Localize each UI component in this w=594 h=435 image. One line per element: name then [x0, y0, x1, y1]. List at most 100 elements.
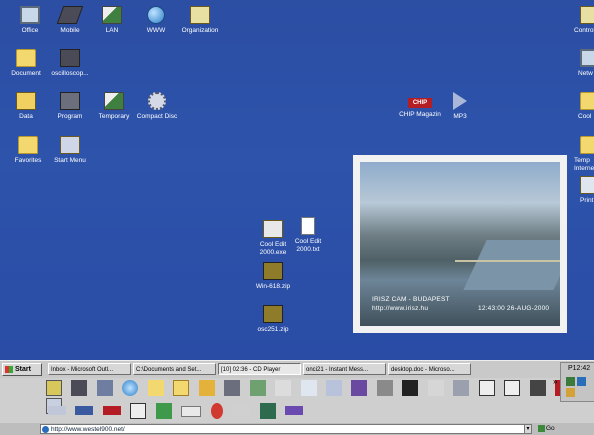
cool-icon [580, 92, 594, 110]
bridge-shape [455, 260, 560, 262]
icon-label: oscilloscop... [51, 70, 89, 77]
badge-icon[interactable] [232, 406, 251, 415]
cow-icon[interactable] [504, 380, 521, 396]
cd-icon [148, 92, 166, 110]
eye-icon[interactable] [529, 380, 546, 396]
windows-logo-icon [5, 366, 13, 373]
start-menu-icon [60, 136, 80, 154]
desktop-icon-start-menu[interactable]: Start Menu [40, 136, 100, 165]
desktop-icon-osc251-zip[interactable]: osc251.zip [243, 305, 303, 334]
zip-icon [263, 305, 283, 323]
address-url: http://www.westel900.net/ [51, 426, 125, 433]
desktop-icon-mp3[interactable]: MP3 [430, 92, 490, 121]
desktop-icon-organization[interactable]: Organization [170, 6, 230, 35]
tray-icon[interactable] [577, 377, 586, 386]
temp-internet-icon [580, 136, 594, 154]
triangle-icon[interactable] [155, 403, 172, 419]
tray-icon[interactable] [566, 388, 575, 397]
laptop-icon [56, 6, 84, 24]
desktop-icon-network[interactable]: Netw [560, 49, 594, 78]
calculator-icon[interactable] [453, 380, 470, 396]
explorer-icon[interactable] [96, 380, 113, 396]
person-icon[interactable] [210, 403, 223, 419]
books-icon[interactable] [351, 380, 368, 396]
webcam-image: IRISZ CAM - BUDAPEST http://www.irisz.hu… [360, 162, 560, 326]
webcam-caption-url: http://www.irisz.hu [372, 305, 429, 312]
task-label: C:\Documents and Set... [136, 367, 202, 373]
task-button-outlook[interactable]: Inbox - Microsoft Outl... [48, 363, 131, 375]
webcam-window[interactable]: IRISZ CAM - BUDAPEST http://www.irisz.hu… [353, 155, 567, 333]
quick-launch-row-1 [46, 380, 594, 414]
terminal-icon[interactable] [402, 380, 419, 396]
music-note-icon[interactable] [275, 380, 292, 396]
data-icon[interactable] [198, 380, 215, 396]
chip-logo-icon: CHIP [408, 98, 432, 108]
desktop-icon-win618-zip[interactable]: Win-618.zip [243, 262, 303, 291]
network-icon[interactable] [249, 380, 266, 396]
ie-icon [42, 426, 49, 433]
start-button[interactable]: Start [2, 363, 42, 376]
chip-icon[interactable] [102, 406, 121, 415]
text-file-icon [301, 217, 315, 235]
address-dropdown-button[interactable]: ▾ [524, 424, 532, 434]
task-label: [10] 02:36 - CD Player [221, 367, 281, 373]
cow-icon[interactable] [130, 403, 147, 419]
address-bar: http://www.westel900.net/ ▾ Go [0, 423, 594, 435]
icon-label: Cool Edit 2000.txt [294, 238, 322, 253]
tray-icon[interactable] [566, 377, 575, 386]
network-icon [102, 6, 122, 24]
icon-label: Cool [578, 113, 592, 120]
laptop-icon[interactable] [71, 380, 88, 396]
monitor-icon [20, 6, 40, 24]
program-icon[interactable] [224, 380, 241, 396]
favorites-icon [18, 136, 38, 154]
task-button-cd-player[interactable]: [10] 02:36 - CD Player [218, 363, 301, 375]
temporary-icon [104, 92, 124, 110]
organizer-icon [190, 6, 210, 24]
icon-label: osc251.zip [257, 326, 289, 333]
cow-icon[interactable] [478, 380, 495, 396]
oscilloscope-icon [60, 49, 80, 67]
task-button-explorer[interactable]: C:\Documents and Set... [133, 363, 216, 375]
task-button-instant-messenger[interactable]: onci21 - Instant Mess... [303, 363, 386, 375]
desktop-icon-oscilloscope[interactable]: oscilloscop... [40, 49, 100, 78]
desktop-icon-cool[interactable]: Cool [560, 92, 594, 121]
notepad-icon[interactable] [300, 380, 317, 396]
chevron-icon[interactable]: » [553, 377, 557, 386]
desktop-icon-cool-edit-txt[interactable]: Cool Edit 2000.txt [278, 217, 338, 254]
folder-icon[interactable] [173, 380, 190, 396]
stack-icon[interactable] [376, 380, 393, 396]
icon-label: Netw [578, 70, 593, 77]
outlook-icon[interactable] [46, 380, 62, 396]
start-label: Start [15, 366, 31, 373]
river-shape [463, 240, 560, 290]
icon-label: Organization [181, 27, 219, 34]
icon-label: Win-618.zip [255, 283, 291, 290]
desktop-icon-control[interactable]: Control [560, 6, 594, 35]
badge-icon[interactable] [75, 406, 94, 415]
control-panel-icon [580, 6, 594, 24]
wand-icon[interactable] [427, 380, 444, 396]
task-label: desktop.doc - Microso... [391, 367, 455, 373]
task-button-word[interactable]: desktop.doc - Microso... [388, 363, 471, 375]
go-label: Go [546, 425, 555, 432]
go-button[interactable]: Go [538, 424, 555, 434]
desktop-icon-compact-disc[interactable]: Compact Disc [127, 92, 187, 121]
badge-icon[interactable] [285, 406, 304, 415]
mail-icon[interactable] [147, 380, 164, 396]
icon-label: Compact Disc [136, 113, 178, 120]
play-icon [453, 92, 467, 110]
task-label: onci21 - Instant Mess... [306, 367, 369, 373]
program-icon [60, 92, 80, 110]
globe-icon [147, 6, 165, 24]
ie-icon[interactable] [122, 380, 139, 396]
bars-icon[interactable] [259, 403, 276, 419]
play-icon[interactable] [325, 380, 342, 396]
badge-icon[interactable] [181, 406, 202, 417]
badge-icon[interactable] [48, 406, 66, 415]
go-arrow-icon [538, 424, 545, 432]
clock[interactable]: P12:42 [568, 365, 590, 372]
task-strip: Start Inbox - Microsoft Outl... C:\Docum… [0, 360, 594, 378]
address-input[interactable]: http://www.westel900.net/ [40, 424, 530, 434]
taskbar: Start Inbox - Microsoft Outl... C:\Docum… [0, 360, 594, 435]
